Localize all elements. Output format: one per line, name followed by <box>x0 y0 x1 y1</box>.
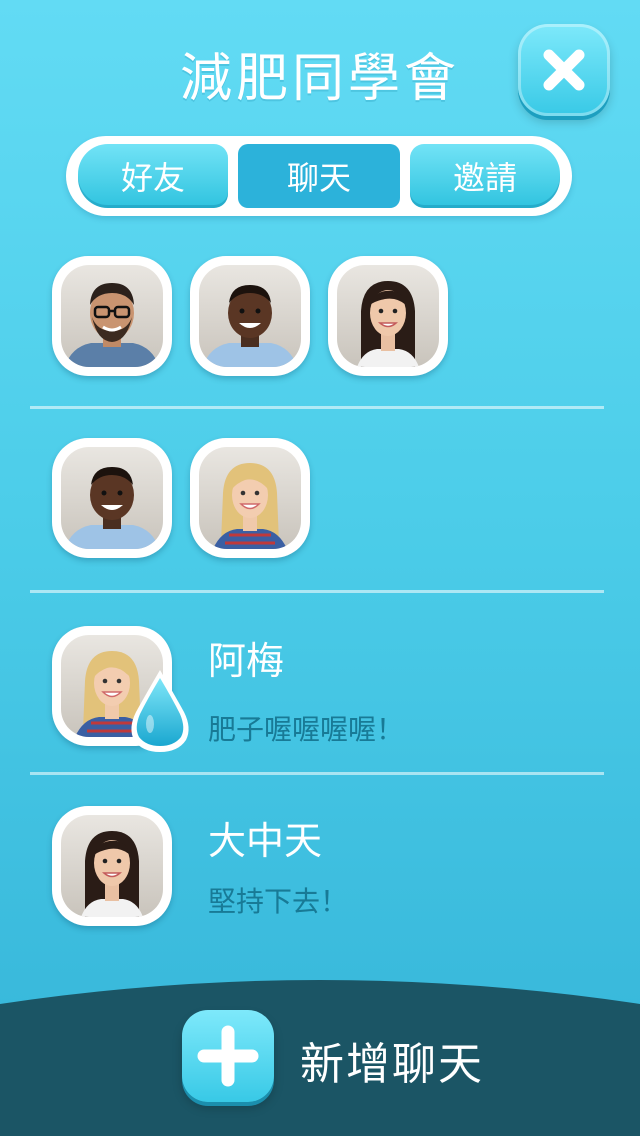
divider <box>30 590 604 593</box>
avatar-photo <box>61 815 163 917</box>
tab-bar: 好友 聊天 邀請 <box>66 136 572 216</box>
chat-name: 大中天 <box>208 819 323 863</box>
tab-chat[interactable]: 聊天 <box>238 144 400 208</box>
tab-invite[interactable]: 邀請 <box>410 144 560 208</box>
divider <box>30 772 604 775</box>
chat-message: 肥子喔喔喔喔！ <box>208 713 405 746</box>
avatar-man-smiling[interactable] <box>52 438 172 558</box>
new-chat-button[interactable] <box>182 1010 274 1102</box>
avatar-woman-blonde[interactable] <box>190 438 310 558</box>
chat-message: 堅持下去！ <box>208 885 349 918</box>
chat-avatar-2[interactable] <box>52 806 172 926</box>
plus-icon <box>197 1025 259 1087</box>
avatar-photo <box>61 265 163 367</box>
tab-friends[interactable]: 好友 <box>78 144 228 208</box>
chat-name: 阿梅 <box>208 639 285 683</box>
avatar-photo <box>199 265 301 367</box>
avatar-photo <box>199 447 301 549</box>
avatar-man-smiling[interactable] <box>190 256 310 376</box>
close-icon <box>543 49 585 91</box>
divider <box>30 406 604 409</box>
avatar-woman-dark-hair[interactable] <box>328 256 448 376</box>
close-button[interactable] <box>518 24 610 116</box>
avatar-man-glasses[interactable] <box>52 256 172 376</box>
water-drop-icon <box>131 670 189 752</box>
avatar-photo <box>61 447 163 549</box>
avatar-photo <box>337 265 439 367</box>
new-chat-label[interactable]: 新增聊天 <box>300 1028 484 1092</box>
header: 減肥同學會 <box>0 0 640 130</box>
